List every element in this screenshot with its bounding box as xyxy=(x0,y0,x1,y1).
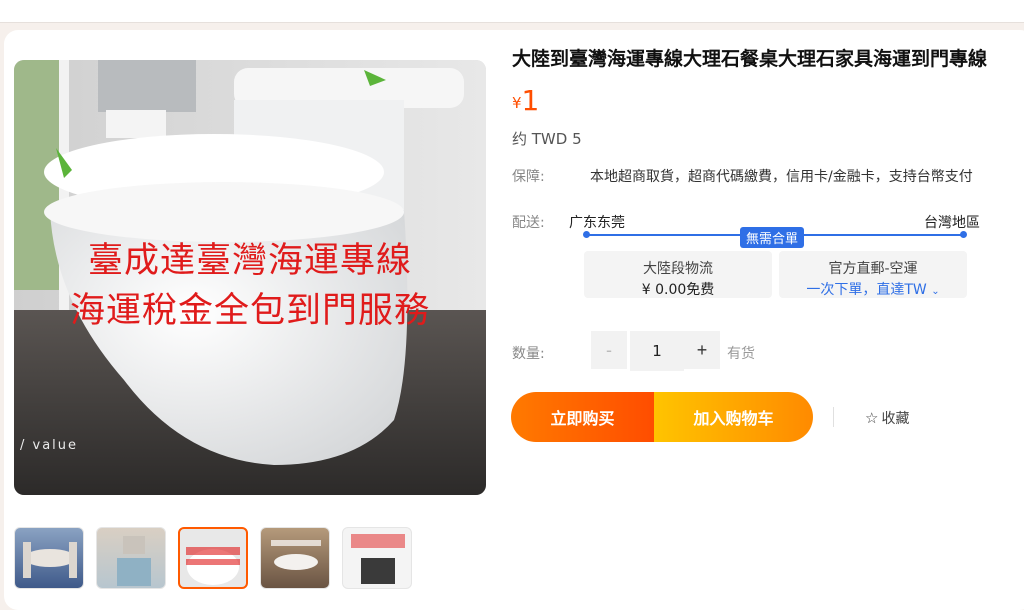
divider xyxy=(833,407,834,427)
thumbnail-4[interactable] xyxy=(260,527,330,589)
mainland-logistics-fee: ¥ 0.00免费 xyxy=(641,282,715,298)
mainland-logistics-title: 大陸段物流 xyxy=(643,261,713,277)
route-start-dot xyxy=(583,231,590,238)
star-icon: ☆ xyxy=(865,409,879,427)
quantity-label: 数量: xyxy=(512,346,545,362)
thumbnail-5[interactable] xyxy=(342,527,412,589)
ship-to: 台灣地區 xyxy=(924,215,980,231)
quantity-plus-button[interactable]: + xyxy=(684,331,720,369)
image-overlay-line1: 臺成達臺灣海運專線 xyxy=(87,241,412,281)
thumbnail-1[interactable] xyxy=(14,527,84,589)
quantity-minus-button[interactable]: - xyxy=(591,331,627,369)
stock-status: 有货 xyxy=(727,346,755,362)
image-overlay-line2: 海運稅金全包到門服務 xyxy=(69,291,430,331)
price-currency: ¥ xyxy=(512,94,522,112)
main-product-image[interactable]: 臺成達臺灣海運專線 海運稅金全包到門服務 / value xyxy=(14,60,486,495)
route-end-dot xyxy=(960,231,967,238)
favorite-button[interactable]: ☆ 收藏 xyxy=(865,408,909,428)
favorite-label: 收藏 xyxy=(881,411,910,427)
shipping-label: 配送: xyxy=(512,215,545,231)
thumbnail-2[interactable] xyxy=(96,527,166,589)
product-title: 大陸到臺灣海運專線大理石餐桌大理石家具海運到門專線 xyxy=(512,48,988,70)
mainland-logistics-box: 大陸段物流 ¥ 0.00免费 xyxy=(584,251,772,298)
quantity-input[interactable] xyxy=(630,331,684,371)
price-value: 1 xyxy=(521,84,540,117)
guarantee-text: 本地超商取貨，超商代碼繳費，信用卡/金融卡，支持台幣支付 xyxy=(590,169,973,185)
ship-from: 广东东莞 xyxy=(569,215,625,231)
chevron-down-icon: ⌄ xyxy=(931,286,940,297)
image-watermark: / value xyxy=(20,438,79,453)
price: ¥1 xyxy=(512,84,539,117)
top-bar xyxy=(0,0,1024,23)
buy-now-button[interactable]: 立即购买 xyxy=(511,392,654,442)
add-to-cart-button[interactable]: 加入购物车 xyxy=(654,392,813,442)
guarantee-label: 保障: xyxy=(512,169,545,185)
price-twd: 约 TWD 5 xyxy=(512,130,582,148)
official-shipping-box[interactable]: 官方直郵-空運 一次下單，直達TW ⌄ xyxy=(779,251,967,298)
official-shipping-option[interactable]: 一次下單，直達TW ⌄ xyxy=(779,279,967,299)
no-merge-badge: 無需合單 xyxy=(740,227,805,248)
official-shipping-sub: 一次下單，直達TW xyxy=(806,282,927,298)
thumbnail-strip xyxy=(14,527,412,589)
official-shipping-title: 官方直郵-空運 xyxy=(828,261,918,277)
thumbnail-3[interactable] xyxy=(178,527,248,589)
